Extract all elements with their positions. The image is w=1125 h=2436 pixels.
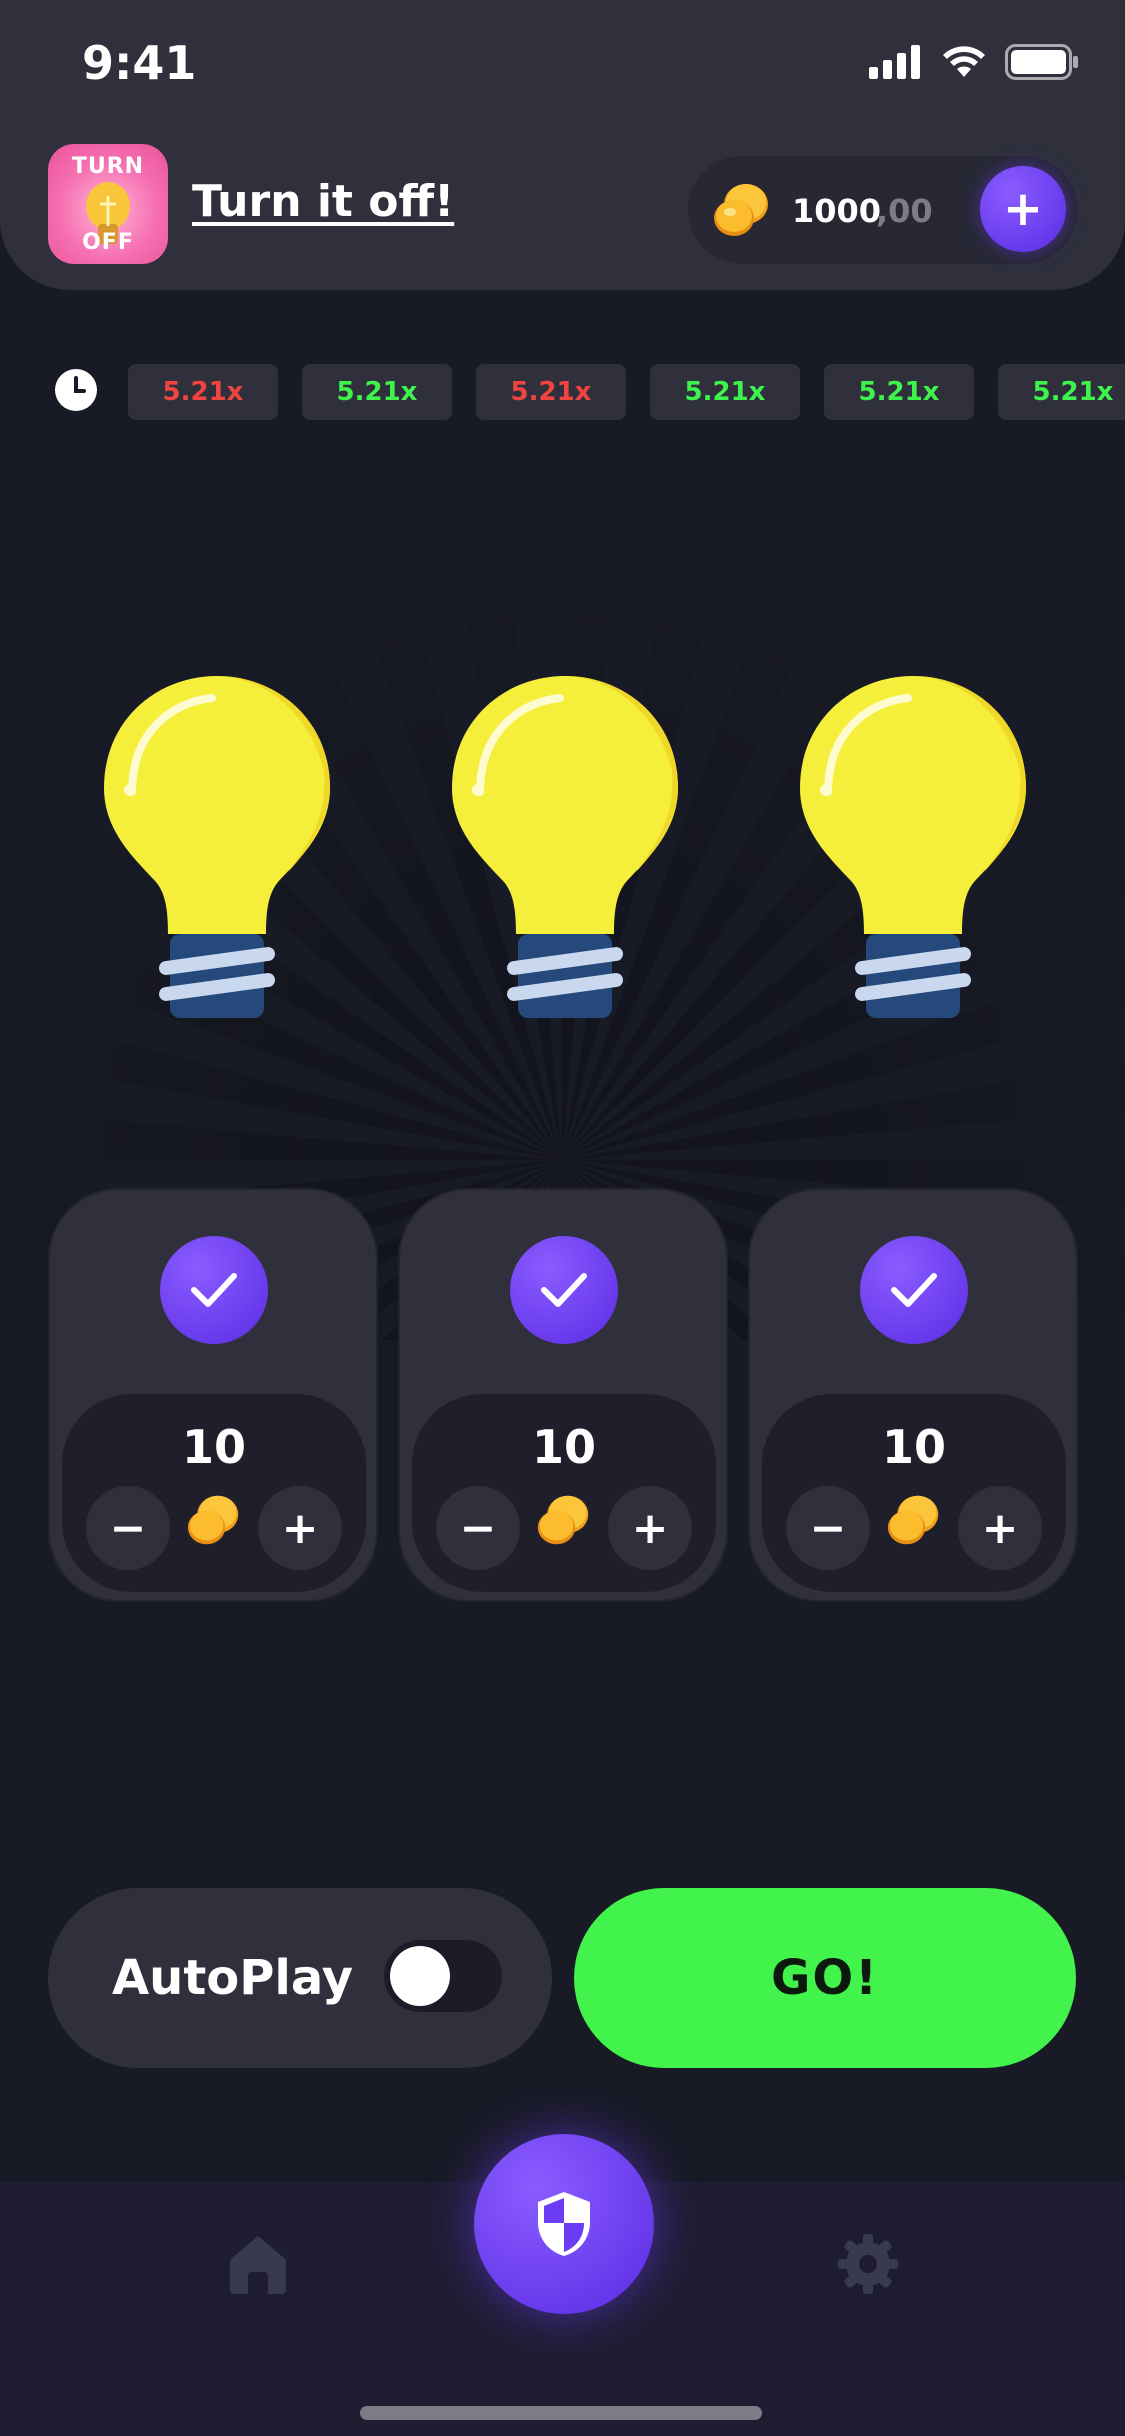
stake-control: 10 − + [762, 1394, 1066, 1592]
coins-icon [714, 184, 768, 236]
wifi-icon [943, 46, 985, 77]
balance-decimal: ,00 [876, 192, 933, 230]
plus-label: + [1002, 181, 1044, 237]
shield-icon [538, 2192, 590, 2256]
go-button[interactable]: GO! [574, 1888, 1076, 2068]
lightbulb-icon[interactable] [450, 672, 680, 1024]
increase-stake-button[interactable]: + [258, 1486, 342, 1570]
add-funds-button[interactable]: + [980, 166, 1066, 252]
history-multiplier-pill: 5.21x [824, 364, 974, 420]
stake-value: 10 [531, 1420, 596, 1474]
coins-icon [187, 1495, 239, 1545]
logo-text-top: TURN [71, 154, 145, 179]
coins-icon [887, 1495, 939, 1545]
app-logo: TURN OFF [48, 144, 168, 264]
history-multiplier-pill: 5.21x [476, 364, 626, 420]
logo-text-bottom: OFF [82, 230, 134, 255]
history-multiplier-pill: 5.21x [650, 364, 800, 420]
coins-icon [537, 1495, 589, 1545]
stake-value: 10 [181, 1420, 246, 1474]
balance-whole: 1000 [792, 192, 882, 230]
history-multiplier-pill: 5.21x [998, 364, 1125, 420]
header: 9:41 TURN OFF Turn it off! 1000 ,00 [0, 0, 1125, 290]
stake-control: 10 − + [62, 1394, 366, 1592]
checkmark-icon [891, 1273, 937, 1307]
stake-value: 10 [881, 1420, 946, 1474]
gear-icon[interactable] [836, 2232, 900, 2296]
bet-card: 10 − + [48, 1188, 378, 1602]
bet-card: 10 − + [748, 1188, 1078, 1602]
history-multiplier-pill: 5.21x [128, 364, 278, 420]
increase-stake-button[interactable]: + [958, 1486, 1042, 1570]
autoplay-label: AutoPlay [112, 1950, 354, 2006]
signal-icon [869, 45, 920, 79]
checkmark-icon [191, 1273, 237, 1307]
increase-stake-button[interactable]: + [608, 1486, 692, 1570]
status-time: 9:41 [82, 36, 197, 90]
lightbulb-icon[interactable] [102, 672, 332, 1024]
stake-control: 10 − + [412, 1394, 716, 1592]
app-title[interactable]: Turn it off! [192, 176, 454, 227]
decrease-stake-button[interactable]: − [436, 1486, 520, 1570]
lightbulb-icon[interactable] [798, 672, 1028, 1024]
autoplay-toggle[interactable] [384, 1940, 502, 2012]
center-shield-button[interactable] [474, 2134, 654, 2314]
bet-card: 10 − + [398, 1188, 728, 1602]
battery-icon [1005, 44, 1078, 80]
select-checkbox[interactable] [860, 1236, 968, 1344]
clock-icon [55, 369, 97, 411]
select-checkbox[interactable] [160, 1236, 268, 1344]
decrease-stake-button[interactable]: − [86, 1486, 170, 1570]
toggle-knob [390, 1946, 450, 2006]
history-multiplier-pill: 5.21x [302, 364, 452, 420]
home-icon[interactable] [228, 2232, 288, 2296]
decrease-stake-button[interactable]: − [786, 1486, 870, 1570]
select-checkbox[interactable] [510, 1236, 618, 1344]
checkmark-icon [541, 1273, 587, 1307]
autoplay-control: AutoPlay [48, 1888, 552, 2068]
home-indicator[interactable] [360, 2406, 762, 2420]
status-icons [869, 44, 1079, 80]
